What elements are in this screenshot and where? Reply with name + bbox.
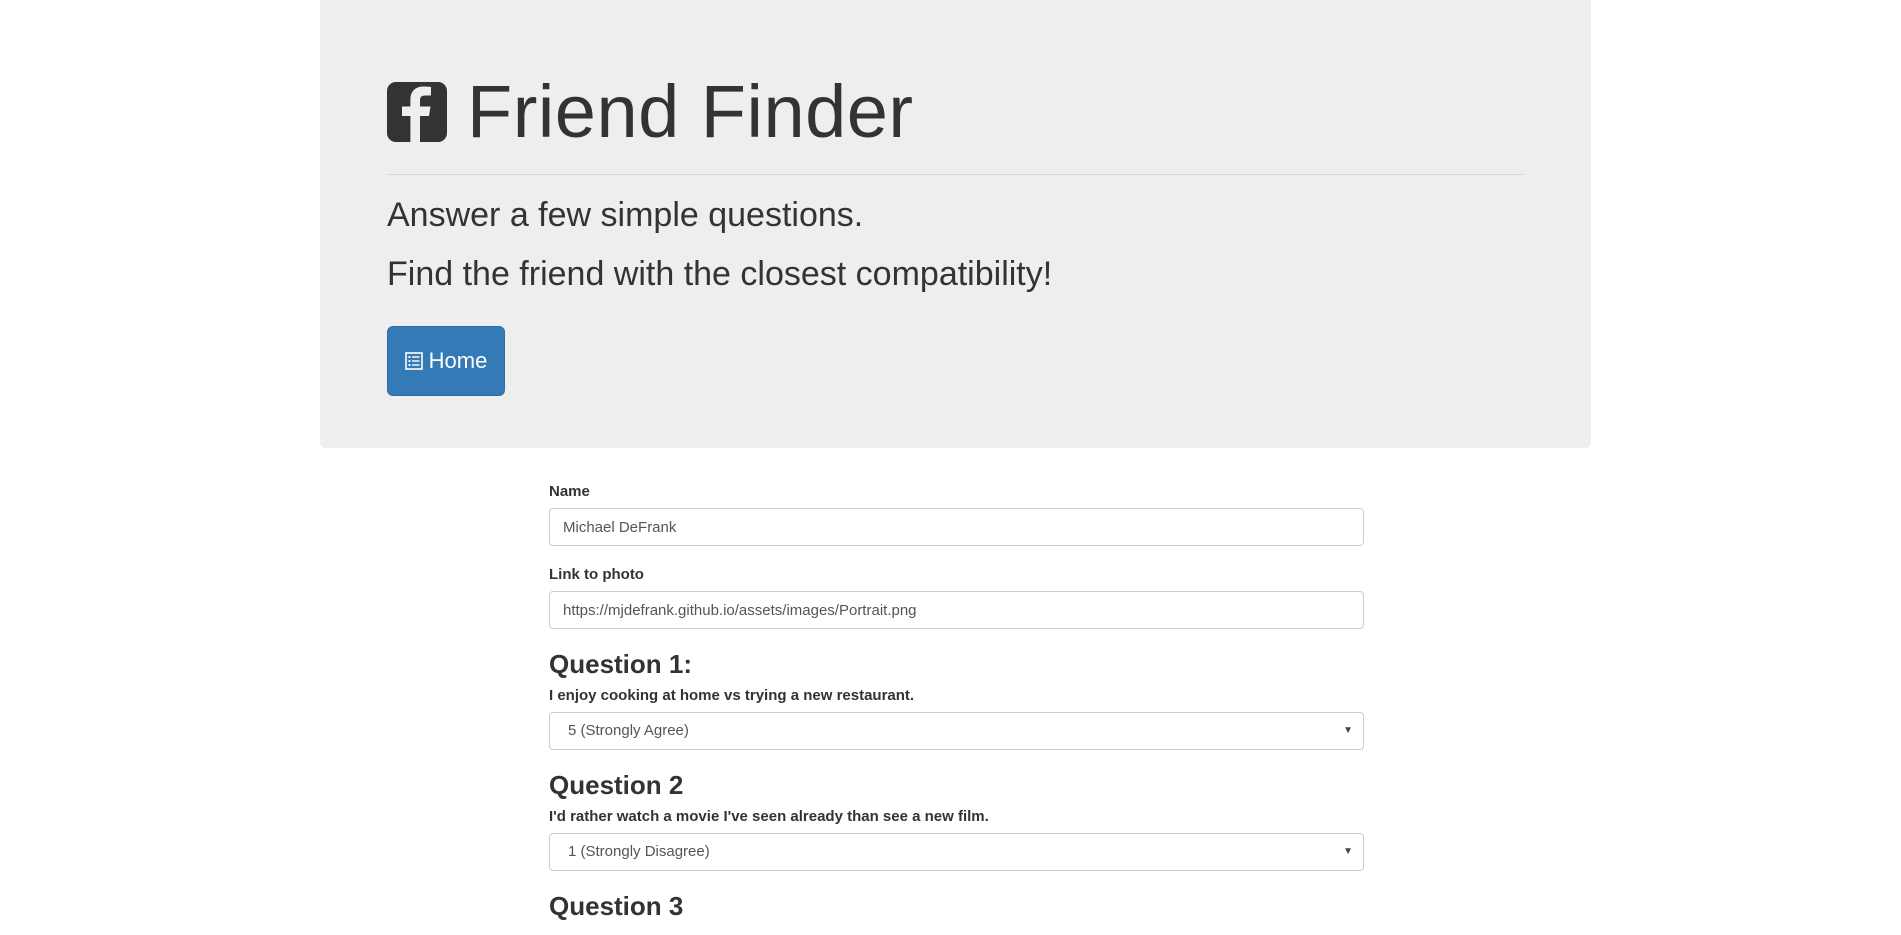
question-3-title: Question 3 [549, 891, 684, 921]
lead-text-2: Find the friend with the closest compati… [387, 255, 1053, 293]
chevron-down-icon: ▼ [1343, 725, 1353, 736]
chevron-down-icon: ▼ [1343, 846, 1353, 857]
jumbotron-header: Friend Finder Answer a few simple questi… [320, 0, 1591, 448]
divider [387, 174, 1524, 175]
home-button-label: Home [428, 348, 488, 373]
question-2-selected: 1 (Strongly Disagree) [568, 843, 710, 860]
question-1-text: I enjoy cooking at home vs trying a new … [549, 687, 915, 704]
name-label: Name [549, 483, 590, 500]
facebook-square-icon [387, 82, 447, 142]
photo-label: Link to photo [549, 566, 644, 583]
question-2-select[interactable]: 1 (Strongly Disagree) ▼ [549, 833, 1364, 871]
question-2-title: Question 2 [549, 770, 684, 800]
page-title: Friend Finder [467, 70, 914, 153]
title-row: Friend Finder [387, 72, 914, 152]
name-input[interactable] [549, 508, 1364, 546]
lead-text-1: Answer a few simple questions. [387, 196, 864, 234]
home-button[interactable]: Home [387, 326, 505, 396]
list-alt-icon [404, 352, 423, 370]
question-1-select[interactable]: 5 (Strongly Agree) ▼ [549, 712, 1364, 750]
survey-form: Name Link to photo Question 1: I enjoy c… [549, 482, 1364, 922]
question-1-title: Question 1: [549, 649, 693, 679]
question-2-text: I'd rather watch a movie I've seen alrea… [549, 808, 989, 825]
question-1-selected: 5 (Strongly Agree) [568, 722, 689, 739]
photo-link-input[interactable] [549, 591, 1364, 629]
